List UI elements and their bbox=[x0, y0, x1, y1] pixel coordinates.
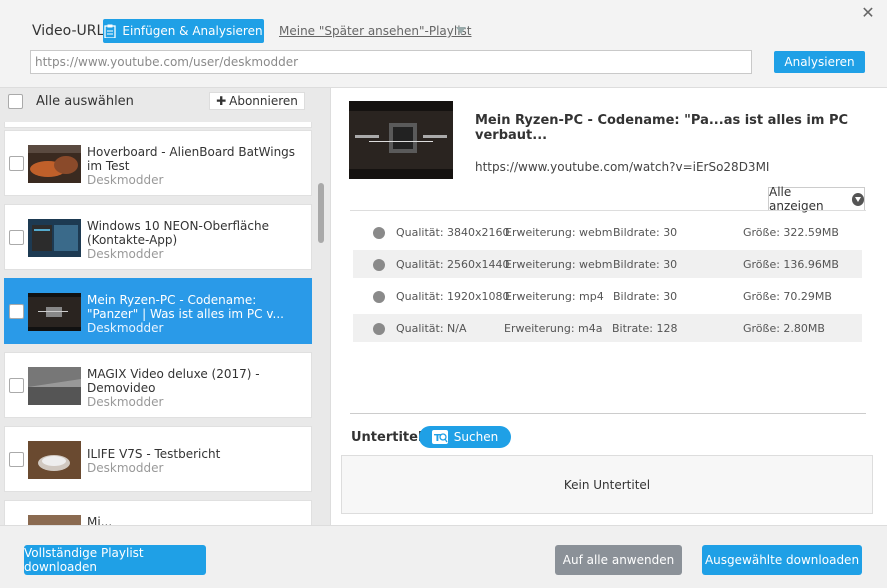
item-checkbox[interactable] bbox=[9, 304, 24, 319]
subscribe-label: Abonnieren bbox=[229, 94, 298, 108]
format-quality: Qualität: 3840x2160 bbox=[396, 226, 510, 239]
video-list: Hoverboard - AlienBoard BatWings im Test… bbox=[0, 122, 316, 525]
item-channel: Deskmodder bbox=[87, 173, 164, 187]
format-bitrate: Bildrate: 30 bbox=[613, 258, 678, 271]
list-item[interactable]: MAGIX Video deluxe (2017) - Demovideo De… bbox=[4, 352, 312, 418]
radio-button[interactable] bbox=[373, 323, 385, 335]
video-thumbnail bbox=[28, 441, 81, 479]
item-channel: Deskmodder bbox=[87, 321, 164, 335]
plus-icon: ✚ bbox=[216, 94, 227, 108]
list-item[interactable]: Mein Ryzen-PC - Codename: "Panzer" | Was… bbox=[4, 278, 312, 344]
item-channel: Deskmodder bbox=[87, 461, 164, 475]
item-channel: Deskmodder bbox=[87, 247, 164, 261]
subtitle-label: Untertitel bbox=[351, 430, 423, 445]
format-row[interactable]: Qualität: N/A Erweiterung: m4a Bitrate: … bbox=[353, 314, 862, 342]
video-thumbnail bbox=[28, 219, 81, 257]
divider bbox=[350, 413, 866, 414]
paste-analyze-button[interactable]: Einfügen & Analysieren bbox=[103, 19, 264, 43]
format-size: Größe: 70.29MB bbox=[743, 290, 832, 303]
format-bitrate: Bildrate: 30 bbox=[613, 290, 678, 303]
watch-later-playlist-link[interactable]: Meine "Später ansehen"-Playlist bbox=[279, 24, 472, 38]
video-title: Mein Ryzen-PC - Codename: "Pa...as ist a… bbox=[475, 113, 849, 143]
radio-button[interactable] bbox=[373, 227, 385, 239]
item-title: MAGIX Video deluxe (2017) - Demovideo bbox=[87, 367, 260, 395]
item-title: Windows 10 NEON-Oberfläche (Kontakte-App… bbox=[87, 219, 269, 247]
format-row[interactable]: Qualität: 2560x1440 Erweiterung: webm Bi… bbox=[353, 250, 862, 278]
format-row[interactable]: Qualität: 3840x2160 Erweiterung: webm Bi… bbox=[353, 218, 862, 246]
item-title: Mi... bbox=[87, 515, 113, 525]
download-selected-button[interactable]: Ausgewählte downloaden bbox=[702, 545, 862, 575]
item-title: Hoverboard - AlienBoard BatWings im Test bbox=[87, 145, 296, 173]
video-thumbnail bbox=[28, 293, 81, 331]
url-label: Video-URL bbox=[32, 23, 105, 39]
format-size: Größe: 322.59MB bbox=[743, 226, 839, 239]
video-list-panel: Alle auswählen ✚ Abonnieren Hoverboard -… bbox=[0, 87, 330, 525]
subtitle-search-label: Suchen bbox=[453, 430, 499, 444]
item-title: ILIFE V7S - Testbericht bbox=[87, 447, 221, 461]
select-all-row: Alle auswählen ✚ Abonnieren bbox=[0, 88, 330, 115]
chevron-down-icon bbox=[851, 192, 864, 206]
list-scrollbar[interactable] bbox=[318, 183, 324, 243]
format-extension: Erweiterung: m4a bbox=[504, 322, 603, 335]
analyze-button[interactable]: Analysieren bbox=[774, 51, 865, 73]
video-thumbnail bbox=[28, 515, 81, 525]
select-all-checkbox[interactable] bbox=[8, 94, 23, 109]
video-url: https://www.youtube.com/watch?v=iErSo28D… bbox=[475, 160, 770, 174]
subtitle-box: Kein Untertitel bbox=[341, 455, 873, 514]
format-row[interactable]: Qualität: 1920x1080 Erweiterung: mp4 Bil… bbox=[353, 282, 862, 310]
list-item[interactable]: ILIFE V7S - Testbericht Deskmodder bbox=[4, 426, 312, 492]
paste-analyze-label: Einfügen & Analysieren bbox=[122, 24, 263, 38]
divider bbox=[350, 210, 866, 211]
clipboard-icon bbox=[104, 24, 117, 38]
list-item[interactable]: Mi... bbox=[4, 500, 312, 525]
close-icon[interactable]: ✕ bbox=[858, 4, 878, 24]
list-item[interactable] bbox=[4, 122, 312, 128]
subtitle-search-button[interactable]: T Suchen bbox=[419, 426, 511, 448]
video-thumbnail bbox=[28, 145, 81, 183]
format-size: Größe: 136.96MB bbox=[743, 258, 839, 271]
no-subtitle-text: Kein Untertitel bbox=[563, 477, 651, 492]
item-checkbox[interactable] bbox=[9, 378, 24, 393]
format-bitrate: Bildrate: 30 bbox=[613, 226, 678, 239]
subscribe-button[interactable]: ✚ Abonnieren bbox=[209, 92, 305, 110]
download-playlist-button[interactable]: Vollständige Playlist downloaden bbox=[24, 545, 206, 575]
item-checkbox[interactable] bbox=[9, 230, 24, 245]
video-thumbnail bbox=[349, 101, 453, 179]
radio-button[interactable] bbox=[373, 291, 385, 303]
video-thumbnail bbox=[28, 367, 81, 405]
item-title: Mein Ryzen-PC - Codename: "Panzer" | Was… bbox=[87, 293, 284, 321]
format-bitrate: Bitrate: 128 bbox=[612, 322, 678, 335]
format-extension: Erweiterung: webm bbox=[505, 258, 613, 271]
item-checkbox[interactable] bbox=[9, 452, 24, 467]
show-all-label: Alle anzeigen bbox=[769, 185, 824, 213]
radio-button[interactable] bbox=[373, 259, 385, 271]
format-quality: Qualität: N/A bbox=[396, 322, 467, 335]
item-checkbox[interactable] bbox=[9, 156, 24, 171]
format-extension: Erweiterung: mp4 bbox=[505, 290, 604, 303]
show-all-button[interactable]: Alle anzeigen bbox=[768, 185, 865, 213]
url-input[interactable] bbox=[30, 50, 752, 74]
format-extension: Erweiterung: webm bbox=[505, 226, 613, 239]
select-all-label: Alle auswählen bbox=[36, 94, 134, 109]
list-item[interactable]: Hoverboard - AlienBoard BatWings im Test… bbox=[4, 130, 312, 196]
item-channel: Deskmodder bbox=[87, 395, 164, 409]
subtitle-search-icon: T bbox=[431, 430, 448, 444]
format-quality: Qualität: 2560x1440 bbox=[396, 258, 510, 271]
chevron-down-icon[interactable] bbox=[456, 27, 466, 34]
format-quality: Qualität: 1920x1080 bbox=[396, 290, 510, 303]
list-item[interactable]: Windows 10 NEON-Oberfläche (Kontakte-App… bbox=[4, 204, 312, 270]
format-size: Größe: 2.80MB bbox=[743, 322, 825, 335]
apply-all-button[interactable]: Auf alle anwenden bbox=[555, 545, 682, 575]
